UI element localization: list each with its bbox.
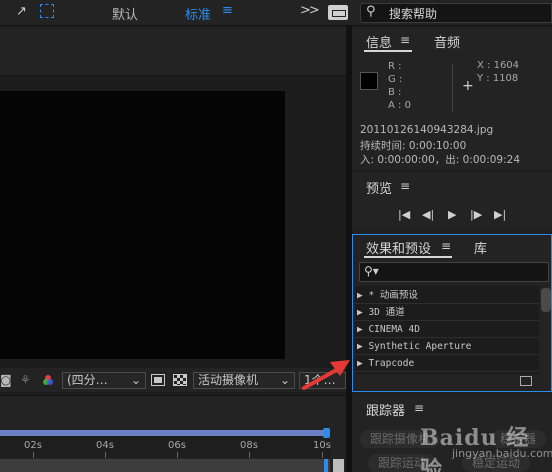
tick-label: 04s xyxy=(96,440,114,451)
play-icon[interactable]: ▶ xyxy=(448,208,456,221)
list-item[interactable]: ▶ Synthetic Aperture xyxy=(355,338,539,355)
last-frame-icon[interactable]: ▶| xyxy=(494,208,506,221)
effects-scrollbar[interactable] xyxy=(541,288,551,312)
preview-title: 预览 xyxy=(366,182,393,197)
list-item[interactable]: ▶ 3D 通道 xyxy=(355,304,539,321)
effect-category-label: 3D 通道 xyxy=(368,307,405,318)
current-time-indicator[interactable] xyxy=(324,459,328,472)
resolution-value: (四分… xyxy=(67,373,108,387)
composition-tab-strip xyxy=(0,28,346,76)
tick-label: 06s xyxy=(168,440,186,451)
panel-menu-icon[interactable]: ≡ xyxy=(414,401,424,415)
info-g: G : xyxy=(388,74,403,85)
tracker-title: 跟踪器 xyxy=(366,404,406,419)
transparency-grid-icon[interactable] xyxy=(173,374,187,386)
new-bin-icon[interactable] xyxy=(520,376,532,386)
effect-category-label: CINEMA 4D xyxy=(368,324,420,335)
workspace-overflow-icon[interactable]: >> xyxy=(300,3,320,18)
info-r: R : xyxy=(388,61,402,72)
active-tab-underline xyxy=(364,50,412,52)
search-help-placeholder: 搜索帮助 xyxy=(389,7,438,21)
info-filename: 20110126140943284.jpg xyxy=(360,124,494,136)
info-y: Y : 1108 xyxy=(477,73,519,84)
composition-canvas[interactable] xyxy=(0,91,285,359)
channel-color-icon[interactable] xyxy=(42,374,54,386)
info-divider xyxy=(452,64,453,112)
tab-library[interactable]: 库 xyxy=(474,238,487,257)
tab-info[interactable]: 信息 xyxy=(366,32,392,51)
info-x: X : 1604 xyxy=(477,60,520,71)
tick-mark xyxy=(177,452,178,458)
tab-audio[interactable]: 音频 xyxy=(434,32,460,51)
workspace-menu-icon[interactable]: ≡ xyxy=(222,3,233,18)
active-tab-underline xyxy=(364,256,452,258)
tick-label: 08s xyxy=(240,440,258,451)
tick-label: 10s xyxy=(313,440,331,451)
first-frame-icon[interactable]: |◀ xyxy=(398,208,410,221)
info-duration: 持续时间: 0:00:10:00 xyxy=(360,140,467,152)
effect-category-label: * 动画预设 xyxy=(368,290,418,301)
list-item[interactable]: ▶ * 动画预设 xyxy=(355,287,539,304)
chevron-down-icon: ⌄ xyxy=(130,373,141,387)
tick-mark xyxy=(33,452,34,458)
info-b: B : xyxy=(388,87,402,98)
resolution-dropdown[interactable]: (四分… ⌄ xyxy=(62,372,146,389)
work-area-bar[interactable] xyxy=(0,430,328,436)
region-of-interest-icon[interactable] xyxy=(151,374,165,386)
expand-tool-icon[interactable]: ↗ xyxy=(16,4,27,19)
workspace-default-tab[interactable]: 默认 xyxy=(112,4,138,23)
list-item[interactable]: ▶ Trapcode xyxy=(355,355,539,372)
tick-mark xyxy=(249,452,250,458)
panel-menu-icon[interactable]: ≡ xyxy=(441,239,451,253)
camera-view-dropdown[interactable]: 活动摄像机 ⌄ xyxy=(193,372,295,389)
next-frame-icon[interactable]: |▶ xyxy=(470,208,482,221)
panel-menu-icon[interactable]: ≡ xyxy=(400,33,410,47)
info-a: A : 0 xyxy=(388,100,411,111)
color-swatch xyxy=(360,72,378,90)
crosshair-icon: + xyxy=(462,78,474,94)
workspace-standard-tab[interactable]: 标准 xyxy=(185,4,211,23)
list-item[interactable]: ▶ CINEMA 4D xyxy=(355,321,539,338)
effect-category-label: Synthetic Aperture xyxy=(368,341,472,352)
search-icon: ⚲▾ xyxy=(364,264,379,278)
snapshot-camera-icon[interactable]: ◙ xyxy=(0,373,12,387)
search-icon: ⚲ xyxy=(366,4,376,19)
work-area-end-handle[interactable] xyxy=(323,428,330,438)
effects-search-input[interactable] xyxy=(359,262,549,282)
tab-effects-presets[interactable]: 效果和预设 xyxy=(366,238,431,257)
annotation-arrow-icon xyxy=(302,360,350,390)
tick-mark xyxy=(322,452,323,458)
region-snap-icon[interactable] xyxy=(40,4,54,18)
chevron-down-icon: ⌄ xyxy=(279,373,290,387)
watermark-logo: Baidu 经验 xyxy=(420,425,530,472)
workspace-panel-icon[interactable] xyxy=(328,5,348,20)
watermark-url: jingyan.baidu.com xyxy=(452,447,552,460)
panel-menu-icon[interactable]: ≡ xyxy=(400,179,410,193)
tick-mark xyxy=(105,452,106,458)
show-snapshot-icon[interactable]: ⚘ xyxy=(20,373,31,387)
effect-category-label: Trapcode xyxy=(368,358,415,369)
timeline-scrollbar[interactable] xyxy=(333,459,344,472)
tick-label: 02s xyxy=(24,440,42,451)
layer-duration-bar[interactable] xyxy=(0,459,330,472)
info-in-out: 入: 0:00:00:00，出: 0:00:09:24 xyxy=(360,154,521,166)
camera-view-value: 活动摄像机 xyxy=(198,373,259,387)
previous-frame-icon[interactable]: ◀| xyxy=(422,208,434,221)
